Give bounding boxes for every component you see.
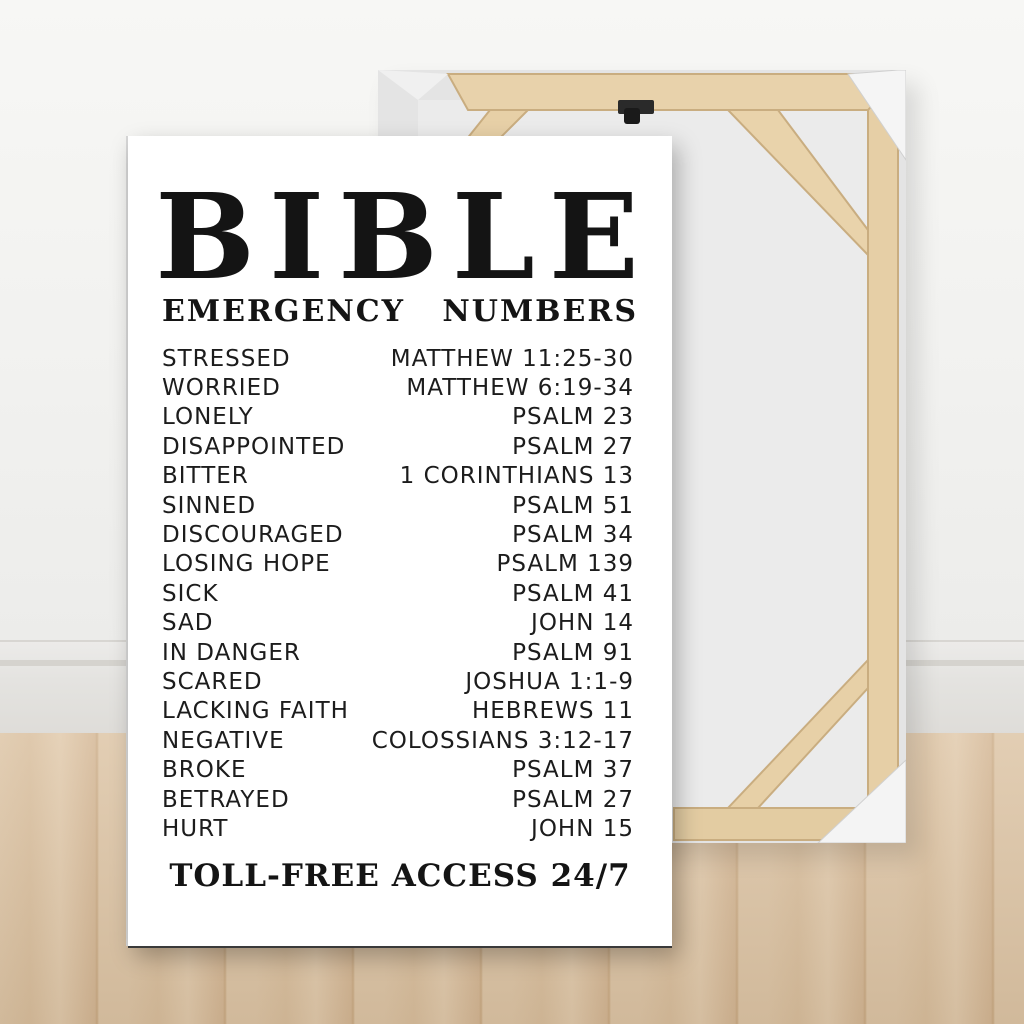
list-item: WORRIED MATTHEW 6:19-34: [162, 373, 634, 402]
feeling: HURT: [162, 815, 229, 842]
feeling: BETRAYED: [162, 786, 290, 813]
verse: PSALM 34: [512, 522, 634, 549]
list-item: LACKING FAITH HEBREWS 11: [162, 697, 634, 726]
feeling: SICK: [162, 580, 219, 607]
verse: COLOSSIANS 3:12-17: [371, 727, 634, 754]
feeling: BITTER: [162, 463, 249, 490]
verse: PSALM 139: [496, 551, 634, 578]
verse: PSALM 51: [512, 492, 634, 519]
list-item: HURT JOHN 15: [162, 814, 634, 843]
feeling: DISCOURAGED: [162, 522, 344, 549]
poster-title: BIBLE: [155, 167, 653, 306]
feeling: SCARED: [162, 668, 263, 695]
list-item: BETRAYED PSALM 27: [162, 785, 634, 814]
list-item: LOSING HOPE PSALM 139: [162, 550, 634, 579]
feeling: STRESSED: [162, 345, 291, 372]
feeling: LACKING FAITH: [162, 698, 349, 725]
verse: PSALM 23: [512, 404, 634, 431]
verse: JOHN 15: [531, 815, 634, 842]
verse: JOHN 14: [531, 610, 634, 637]
subtitle-left: EMERGENCY: [162, 294, 406, 329]
list-item: DISCOURAGED PSALM 34: [162, 520, 634, 549]
verse: HEBREWS 11: [471, 698, 634, 725]
verse: PSALM 37: [512, 757, 634, 784]
list-item: BROKE PSALM 37: [162, 755, 634, 784]
feeling: WORRIED: [162, 375, 281, 402]
list-item: BITTER 1 CORINTHIANS 13: [162, 462, 634, 491]
verse: PSALM 41: [512, 580, 634, 607]
feeling: BROKE: [162, 757, 247, 784]
list-item: DISAPPOINTED PSALM 27: [162, 432, 634, 461]
feeling: NEGATIVE: [162, 727, 285, 754]
list-item: LONELY PSALM 23: [162, 403, 634, 432]
list-item: SINNED PSALM 51: [162, 491, 634, 520]
feeling: SAD: [162, 610, 214, 637]
emergency-list: STRESSED MATTHEW 11:25-30 WORRIED MATTHEW …: [162, 344, 634, 844]
list-item: IN DANGER PSALM 91: [162, 638, 634, 667]
list-item: STRESSED MATTHEW 11:25-30: [162, 344, 634, 373]
verse: PSALM 27: [512, 786, 634, 813]
feeling: SINNED: [162, 492, 257, 519]
feeling: IN DANGER: [162, 639, 301, 666]
list-item: SCARED JOSHUA 1:1-9: [162, 667, 634, 696]
verse: MATTHEW 11:25-30: [390, 345, 634, 372]
verse: 1 CORINTHIANS 13: [399, 463, 634, 490]
subtitle-right: NUMBERS: [442, 294, 638, 329]
verse: JOSHUA 1:1-9: [465, 668, 634, 695]
poster: BIBLE EMERGENCY NUMBERS STRESSED MATTHEW …: [128, 136, 672, 946]
verse: PSALM 91: [512, 639, 634, 666]
verse: MATTHEW 6:19-34: [406, 375, 634, 402]
poster-subtitle: EMERGENCY NUMBERS: [162, 290, 638, 334]
list-item: SAD JOHN 14: [162, 609, 634, 638]
feeling: LONELY: [162, 404, 254, 431]
list-item: NEGATIVE COLOSSIANS 3:12-17: [162, 726, 634, 755]
list-item: SICK PSALM 41: [162, 579, 634, 608]
feeling: LOSING HOPE: [162, 551, 331, 578]
feeling: DISAPPOINTED: [162, 433, 346, 460]
poster-footer: TOLL-FREE ACCESS 24/7: [169, 858, 631, 894]
verse: PSALM 27: [512, 433, 634, 460]
